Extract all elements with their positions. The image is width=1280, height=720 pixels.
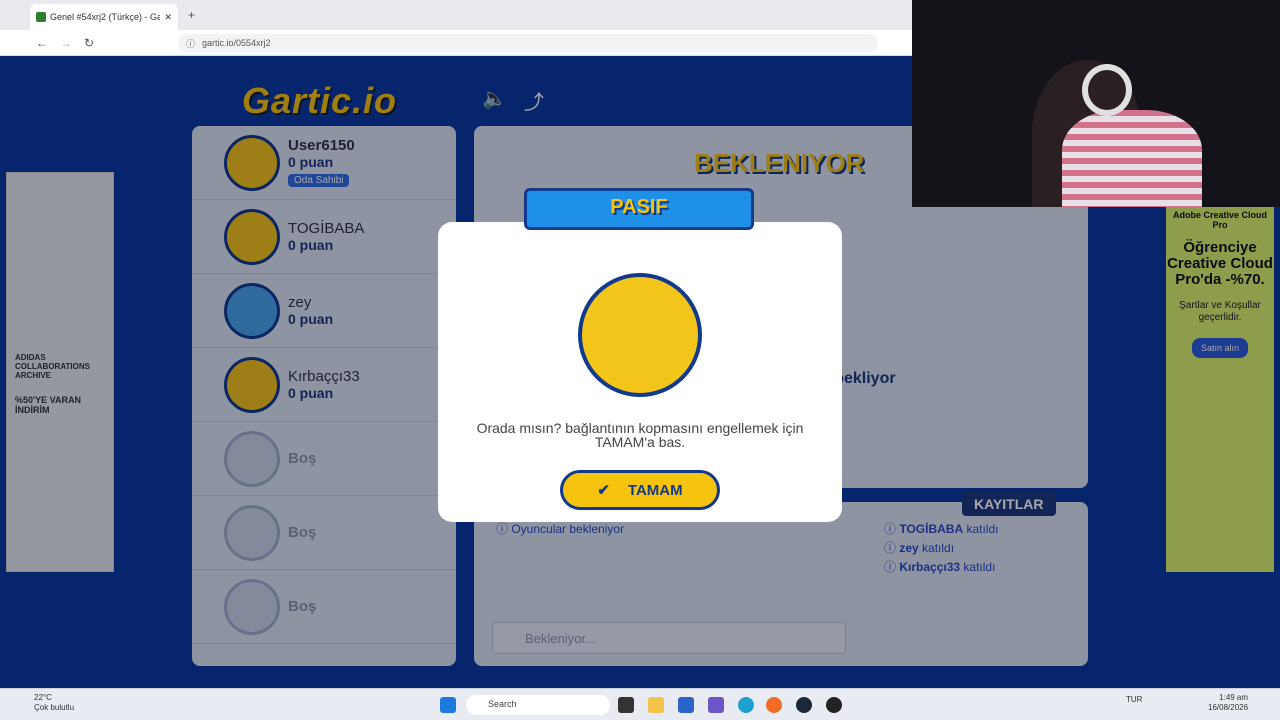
steam-icon[interactable]	[796, 697, 812, 713]
start-icon[interactable]	[440, 697, 456, 713]
modal-message: Orada mısın? bağlantının kopmasını engel…	[476, 420, 804, 450]
forward-icon[interactable]: →	[60, 36, 72, 50]
reload-icon[interactable]: ↻	[84, 36, 94, 50]
browser-tab[interactable]: Genel #54xrj2 (Türkçe) - Gartic.io ✕	[30, 4, 178, 30]
gartic-favicon-icon	[36, 12, 46, 22]
obs-icon[interactable]	[826, 697, 842, 713]
check-icon: ✔	[597, 482, 610, 499]
modal-ribbon: PASIF	[510, 188, 768, 236]
language-indicator[interactable]: TUR	[1126, 695, 1142, 704]
new-tab-icon[interactable]: +	[188, 8, 195, 22]
modal-title: PASIF	[610, 196, 668, 218]
ok-label: TAMAM	[627, 481, 683, 499]
firefox-icon[interactable]	[766, 697, 782, 713]
file-explorer-icon[interactable]	[648, 697, 664, 713]
sleeping-icon	[578, 273, 702, 397]
taskbar: 22°C Çok bulutlu Search TUR 1:49 am 16/0…	[0, 688, 1280, 720]
site-info-icon[interactable]: ⓘ	[186, 37, 195, 50]
close-tab-icon[interactable]: ✕	[164, 12, 172, 23]
store-icon[interactable]	[678, 697, 694, 713]
edge-icon[interactable]	[738, 697, 754, 713]
url-text: gartic.io/0554xrj2	[202, 38, 271, 48]
clock[interactable]: 1:49 am 16/08/2026	[1208, 693, 1248, 713]
task-view-icon[interactable]	[618, 697, 634, 713]
tab-title: Genel #54xrj2 (Türkçe) - Gartic.io	[50, 12, 161, 22]
webcam-overlay	[912, 0, 1280, 207]
weather-widget[interactable]: 22°C Çok bulutlu	[34, 693, 74, 713]
teams-icon[interactable]	[708, 697, 724, 713]
url-field[interactable]: ⓘ gartic.io/0554xrj2	[178, 34, 878, 52]
headset-icon	[1082, 64, 1132, 116]
back-icon[interactable]: ←	[36, 36, 48, 50]
ok-button[interactable]: ✔ TAMAM	[560, 470, 720, 510]
streamer-shirt	[1062, 110, 1202, 207]
taskbar-search[interactable]: Search	[466, 695, 610, 715]
